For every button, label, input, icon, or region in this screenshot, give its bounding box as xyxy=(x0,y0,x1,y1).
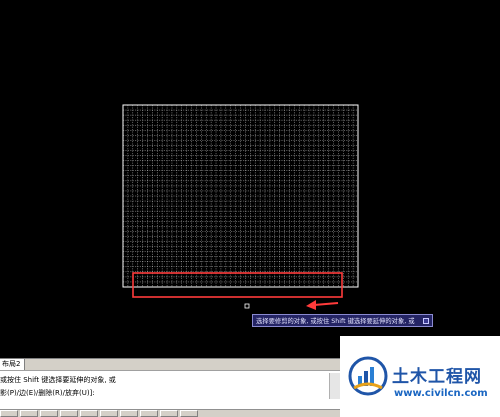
status-toggle-button[interactable] xyxy=(120,410,138,417)
tab-layout2-label: 布局2 xyxy=(2,360,21,368)
status-bar xyxy=(0,409,340,417)
tab-layout2[interactable]: 布局2 xyxy=(0,359,26,370)
drawing-viewport[interactable]: 选择要修剪的对象, 或按住 Shift 键选择要延伸的对象, 或 xyxy=(0,0,500,358)
command-prompt-line[interactable]: 影(P)/边(E)/删除(R)/放弃(U)]: xyxy=(0,388,95,398)
status-toggle-button[interactable] xyxy=(140,410,158,417)
cursor-pickbox xyxy=(244,303,250,309)
status-toggle-button[interactable] xyxy=(80,410,98,417)
status-toggle-button[interactable] xyxy=(40,410,58,417)
drawing-canvas[interactable] xyxy=(0,0,500,358)
civilcn-logo-icon xyxy=(348,356,388,396)
command-scrollbar[interactable] xyxy=(329,373,340,399)
status-toggle-button[interactable] xyxy=(60,410,78,417)
command-history-line: 或按住 Shift 键选择要延伸的对象, 或 xyxy=(0,376,116,384)
status-toggle-button[interactable] xyxy=(100,410,118,417)
arrow-pointer xyxy=(306,300,339,310)
status-toggle-button[interactable] xyxy=(160,410,178,417)
watermark-url: www.civilcn.com xyxy=(394,388,488,399)
watermark-title: 土木工程网 xyxy=(392,367,482,387)
watermark-logo: 土木工程网 www.civilcn.com xyxy=(340,336,500,417)
dynamic-input-tooltip: 选择要修剪的对象, 或按住 Shift 键选择要延伸的对象, 或 xyxy=(252,314,433,327)
tooltip-text: 选择要修剪的对象, 或按住 Shift 键选择要延伸的对象, 或 xyxy=(256,318,415,325)
expand-icon[interactable] xyxy=(423,318,429,324)
status-toggle-button[interactable] xyxy=(180,410,198,417)
trim-selection-highlight xyxy=(132,272,343,298)
drawing-grid xyxy=(122,104,359,288)
status-toggle-button[interactable] xyxy=(0,410,18,417)
status-toggle-button[interactable] xyxy=(20,410,38,417)
